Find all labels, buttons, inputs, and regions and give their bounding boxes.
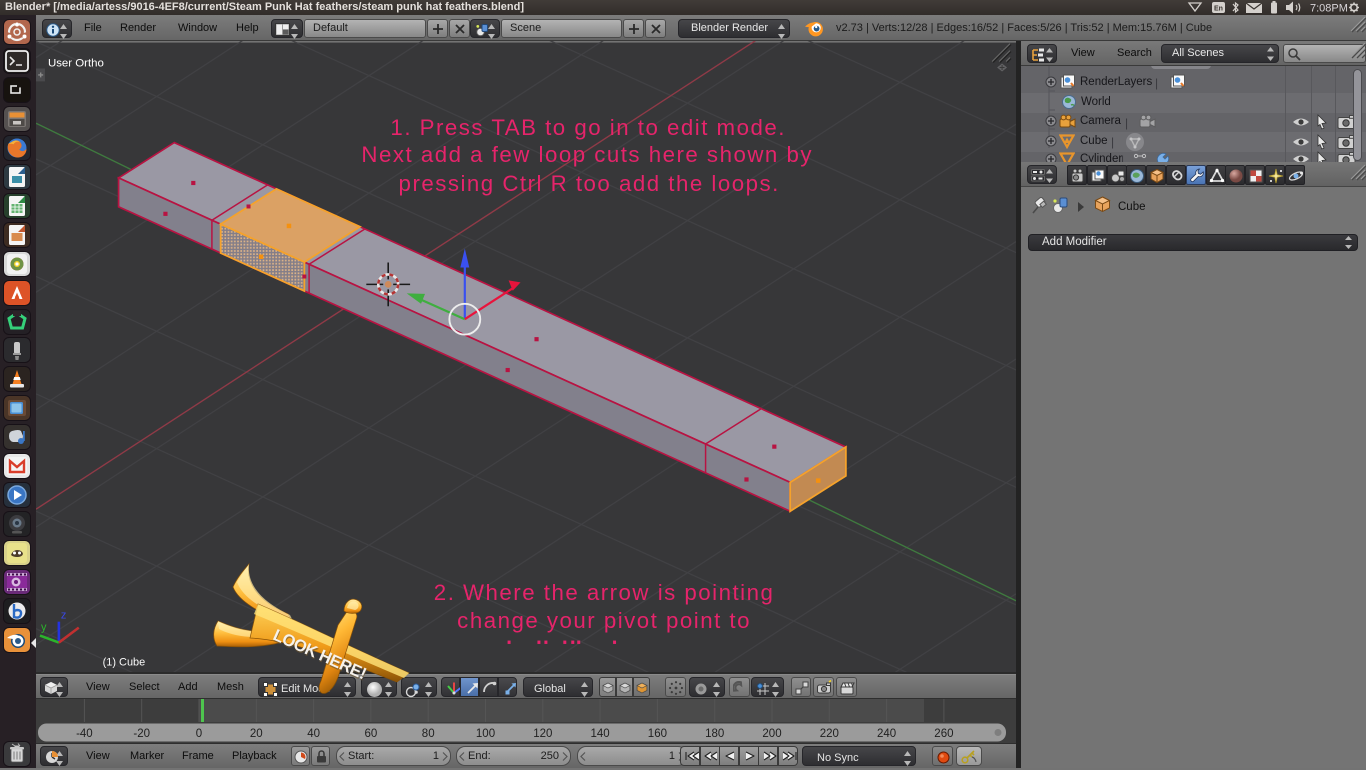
svg-text:1. Press TAB to go in to edit: 1. Press TAB to go in to edit mode. [390,115,785,140]
svg-text:(1) Cube: (1) Cube [103,656,146,668]
svg-text:200: 200 [762,728,781,740]
svg-text:260: 260 [934,728,953,740]
svg-text:2. Where the arrow is pointing: 2. Where the arrow is pointing [434,580,775,605]
svg-text:240: 240 [877,728,896,740]
svg-text:z: z [61,610,66,622]
svg-text:120: 120 [533,728,552,740]
svg-text:20: 20 [250,728,263,740]
svg-text:140: 140 [591,728,610,740]
svg-text:7:08PM: 7:08PM [1310,3,1348,15]
svg-text:pressing Ctrl R too add the lo: pressing Ctrl R too add the loops. [399,171,780,196]
svg-text:User Ortho: User Ortho [48,57,104,69]
svg-text:0: 0 [196,728,202,740]
svg-text:220: 220 [820,728,839,740]
svg-text:y: y [41,622,47,634]
svg-text:change your pivot point to: change your pivot point to [457,608,751,633]
svg-text:180: 180 [705,728,724,740]
svg-text:Next add a few loop cuts here: Next add a few loop cuts here shown by [361,142,813,167]
svg-text:En: En [1214,6,1223,13]
svg-text:80: 80 [422,728,435,740]
svg-text:160: 160 [648,728,667,740]
svg-text:60: 60 [365,728,378,740]
svg-text:-40: -40 [76,728,93,740]
svg-text:100: 100 [476,728,495,740]
svg-text:40: 40 [307,728,320,740]
svg-text:-20: -20 [133,728,150,740]
